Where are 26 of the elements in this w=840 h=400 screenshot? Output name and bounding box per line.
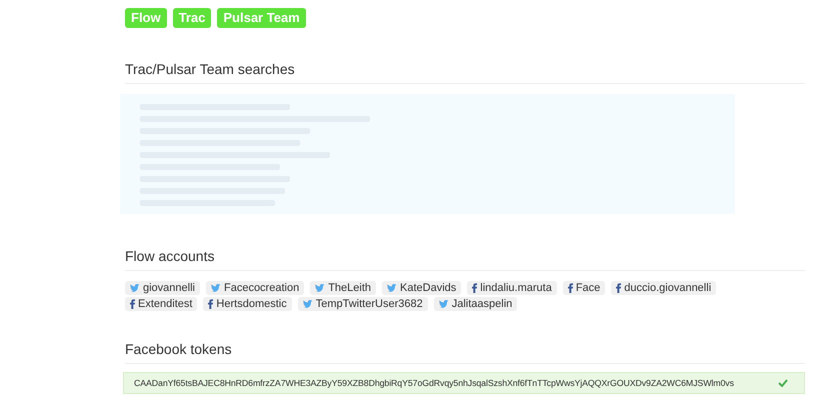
token-text: CAADanYf65tsBAJEC8HnRD6mfrzZA7WHE3AZByY59XZB8DhgbiRqY57oGdRvqy5nhJsqalSzshXnf6fTnTTcpWwsYjAQQXrGOUXDv9ZA2WC6MJSWlm0vs [134,378,734,388]
facebook-icon [568,283,573,293]
account-tag[interactable]: lindaliu.maruta [467,281,557,295]
bird-icon [210,284,221,292]
facebook-icon [472,283,478,293]
account-tag[interactable]: KateDavids [382,281,462,295]
account-tag[interactable]: Face [562,281,606,295]
account-tag[interactable]: TheLeith [310,281,376,295]
account-tag[interactable]: Extenditest [125,297,198,311]
bird-icon [130,284,140,292]
account-tag[interactable]: duccio.giovannelli [611,281,716,295]
section-heading: Facebook tokens [125,341,805,364]
section-heading: Flow accounts [125,248,805,271]
facebook-icon [130,299,135,309]
bird-icon [302,300,313,308]
bird-icon [387,284,398,292]
facebook-icon [208,299,214,309]
account-tag[interactable]: TempTwitterUser3682 [298,297,428,311]
facebook-icon [616,283,622,293]
account-tag[interactable]: giovannelli [125,281,200,295]
bird-icon [438,300,449,308]
account-tag[interactable]: Hertsdomestic [203,297,292,311]
bird-icon [315,284,326,292]
account-tag[interactable]: Facecocreation [206,281,304,295]
account-tag[interactable]: Jalitaaspelin [434,297,518,311]
section-heading: Trac/Pulsar Team searches [125,61,805,84]
